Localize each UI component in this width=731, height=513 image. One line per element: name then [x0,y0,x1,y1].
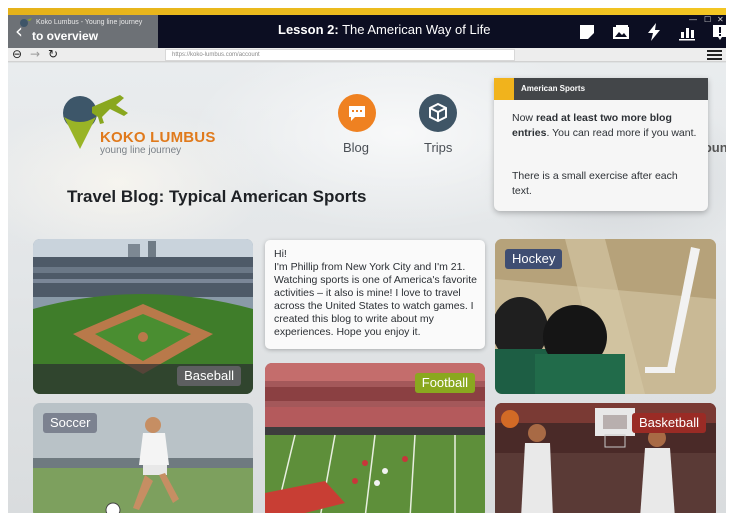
tooltip-title: American Sports [521,84,586,93]
maximize-icon[interactable]: ☐ [704,15,711,25]
title-bar: ‹ Koko Lumbus - Young line journey to ov… [8,15,726,48]
info-icon[interactable] [710,22,726,42]
soccer-card[interactable]: Soccer [33,403,253,513]
lesson-number: Lesson 2: [278,22,339,37]
lesson-name: The American Way of Life [338,22,491,37]
tooltip-note: There is a small exercise after each tex… [512,170,678,197]
trips-button[interactable] [419,94,457,132]
reload-icon[interactable]: ↻ [48,47,58,61]
tooltip-header: American Sports [494,78,708,100]
forward-arrow-icon[interactable]: → [30,47,40,61]
browser-toolbar: ⊖ → ↻ https://koko-lumbus.com/account [8,47,726,62]
tooltip-text: Now [512,112,536,124]
back-to-overview-button[interactable]: ‹ Koko Lumbus - Young line journey to ov… [8,15,158,48]
baseball-label: Baseball [177,366,241,386]
trips-label[interactable]: Trips [424,140,452,155]
basketball-card[interactable]: Basketball [495,403,716,513]
app-window: ‹ Koko Lumbus - Young line journey to ov… [8,8,726,513]
chart-icon[interactable] [677,22,697,42]
cube-icon [429,102,447,123]
brand-name: KOKO LUMBUS [100,129,216,146]
close-icon[interactable]: ✕ [717,15,724,25]
instruction-tooltip: American Sports Now read at least two mo… [494,78,708,211]
minimize-icon[interactable]: — [689,15,697,25]
back-label: to overview [32,29,99,43]
chat-icon [349,106,365,121]
chevron-left-icon: ‹ [15,19,23,43]
app-subtitle: Koko Lumbus - Young line journey [36,19,143,26]
hockey-label: Hockey [505,249,563,269]
intro-text: Hi! I'm Phillip from New York City and I… [265,240,485,349]
tooltip-accent [494,78,514,100]
blog-button[interactable] [338,94,376,132]
brand-tagline: young line journey [100,145,182,156]
football-label: Football [414,373,475,393]
tooltip-text: . You can read more if you want. [546,126,697,139]
gallery-icon[interactable] [611,22,631,42]
football-card[interactable]: Football [265,363,485,513]
tooltip-instruction: Now read at least two more blog entries.… [512,111,700,140]
back-arrow-icon[interactable]: ⊖ [12,47,22,61]
page-title: Travel Blog: Typical American Sports [67,187,367,206]
page-content: KOKO LUMBUS young line journey Blog Trip… [8,63,726,513]
blog-label[interactable]: Blog [343,140,369,155]
address-field[interactable]: https://koko-lumbus.com/account [165,49,515,61]
note-icon[interactable] [577,22,597,42]
hockey-card[interactable]: Hockey [495,239,716,394]
accent-bar [8,8,726,15]
soccer-label: Soccer [43,413,98,433]
lightning-icon[interactable] [644,22,664,42]
menu-icon[interactable] [707,50,722,60]
lesson-title: Lesson 2: The American Way of Life [278,22,490,37]
basketball-label: Basketball [632,413,706,433]
baseball-card[interactable]: Baseball [33,239,253,394]
